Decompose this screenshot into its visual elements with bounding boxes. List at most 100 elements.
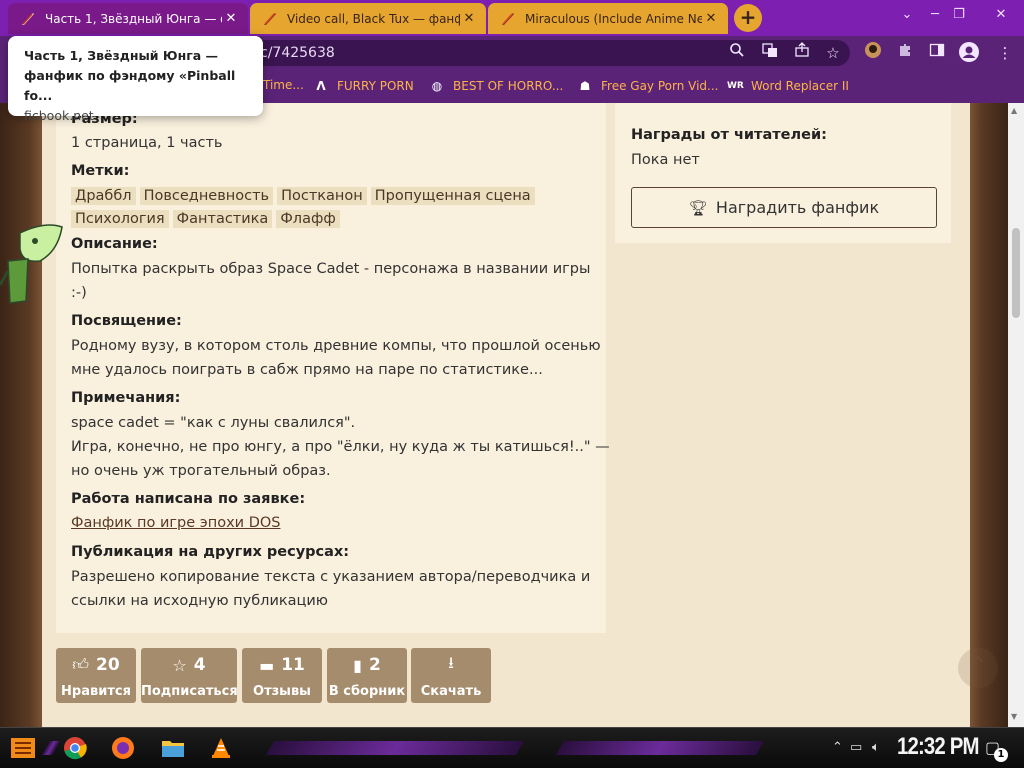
collection-label: В сборник: [328, 684, 406, 699]
like-count: 20: [96, 655, 120, 675]
download-label: Скачать: [420, 684, 482, 699]
window-close-icon[interactable]: ✕: [978, 0, 1024, 32]
page-viewport: Размер: 1 страница, 1 часть Метки: Драбб…: [0, 103, 1008, 727]
bookmark-star-icon[interactable]: ☆: [821, 41, 845, 65]
lambda-icon: Λ: [316, 79, 326, 93]
extensions-icon[interactable]: [893, 41, 917, 65]
network-icon[interactable]: ▭: [850, 740, 862, 755]
description-line: Попытка раскрыть образ Space Cadet - пер…: [71, 261, 591, 277]
collection-button[interactable]: ▮ 2 В сборник: [327, 648, 407, 703]
tab-title: Video call, Black Tux — фанфик: [287, 11, 460, 26]
tag[interactable]: Постканон: [277, 187, 367, 205]
start-button[interactable]: [8, 733, 38, 763]
decorative-frame-right: [970, 103, 1008, 727]
share-icon[interactable]: [790, 41, 814, 65]
description-line: :-): [71, 285, 87, 301]
subscribe-count: 4: [193, 655, 206, 675]
taskbar-decoration: [265, 741, 525, 755]
close-icon[interactable]: ✕: [460, 11, 478, 26]
tooltip-domain: ficbook.net: [24, 108, 94, 123]
profile-avatar-icon[interactable]: [861, 41, 885, 65]
bookmark-furry[interactable]: Λ FURRY PORN: [313, 78, 413, 94]
book-icon: ▮: [353, 655, 362, 675]
reviews-button[interactable]: ▬ 11 Отзывы: [242, 648, 322, 703]
publication-label: Публикация на других ресурсах:: [71, 544, 350, 560]
tab-title: Miraculous (Include Anime Ner: [525, 11, 702, 26]
firefox-icon[interactable]: [108, 733, 138, 763]
awards-value: Пока нет: [631, 152, 700, 168]
mascot-character-icon: [0, 224, 63, 304]
download-icon: ⭳: [448, 652, 454, 672]
bookmark-label: BEST OF HORRO...: [453, 79, 564, 93]
volume-icon[interactable]: 🔈︎: [872, 740, 880, 755]
taskbar-decoration: [555, 741, 765, 755]
close-icon[interactable]: ✕: [702, 11, 720, 26]
trophy-icon: 🏆︎: [688, 198, 708, 217]
subscribe-button[interactable]: ☆ 4 Подписаться: [141, 648, 238, 703]
bookmark-time[interactable]: Time...: [263, 78, 304, 92]
tag[interactable]: Фантастика: [172, 210, 273, 228]
award-fic-button[interactable]: 🏆︎ Наградить фанфик: [631, 187, 937, 228]
scroll-down-icon[interactable]: ▼: [1011, 712, 1017, 721]
description-label: Описание:: [71, 236, 158, 252]
chrome-icon[interactable]: [60, 733, 90, 763]
restore-icon[interactable]: ❐: [936, 0, 982, 32]
bookmark-word-replacer[interactable]: WR Word Replacer II: [727, 78, 849, 94]
subscribe-label: Подписаться: [141, 684, 238, 699]
bookmark-label: Word Replacer II: [751, 79, 849, 93]
awards-label: Награды от читателей:: [631, 127, 827, 143]
star-icon: ☆: [172, 655, 187, 675]
publication-line: ссылки на исходную публикацию: [71, 593, 329, 609]
tag[interactable]: Драббл: [71, 187, 136, 205]
tag[interactable]: Пропущенная сцена: [370, 187, 535, 205]
tab-strip: Часть 1, Звёздный Юнга — фанфик ✕ Video …: [0, 0, 1024, 36]
taskbar-clock[interactable]: 12:32 PM: [897, 733, 980, 761]
menu-icon[interactable]: ⋮: [993, 41, 1017, 65]
scroll-to-top-button[interactable]: ⌃: [958, 648, 998, 688]
tooltip-title: Часть 1, Звёздный Юнга — фанфик по фэндо…: [24, 48, 236, 103]
notes-line: space cadet = "как с луны свалился".: [71, 415, 356, 431]
close-icon[interactable]: ✕: [222, 11, 240, 26]
file-explorer-icon[interactable]: [158, 733, 188, 763]
decorative-frame-left: [0, 103, 42, 727]
reviews-label: Отзывы: [253, 684, 311, 699]
tag[interactable]: Флафф: [276, 210, 340, 228]
tab-miraculous[interactable]: Miraculous (Include Anime Ner ✕: [488, 3, 728, 34]
like-button[interactable]: 👍︎ 20 Нравится: [56, 648, 136, 703]
bookmark-label: Free Gay Porn Vid...: [601, 79, 719, 93]
account-icon[interactable]: [957, 41, 981, 65]
reviews-count: 11: [281, 655, 305, 675]
page-scrollbar[interactable]: ▲ ▼: [1008, 103, 1024, 727]
bookmark-label: Time...: [263, 78, 304, 92]
side-panel-icon[interactable]: [925, 41, 949, 65]
tag-list: Драббл Повседневность Постканон Пропущенная…: [71, 185, 591, 231]
scroll-up-icon[interactable]: ▲: [1011, 106, 1017, 115]
bookmark-horror[interactable]: ◍ BEST OF HORRO...: [429, 78, 564, 94]
tags-label: Метки:: [71, 163, 130, 179]
dedication-line: Родному вузу, в котором столь древние ко…: [71, 338, 601, 354]
tab-title: Часть 1, Звёздный Юнга — фанфик: [45, 11, 222, 26]
search-icon[interactable]: [725, 41, 749, 65]
vlc-icon[interactable]: [206, 733, 236, 763]
new-tab-button[interactable]: +: [734, 4, 762, 32]
tag[interactable]: Психология: [71, 210, 169, 228]
globe-icon: ◍: [431, 79, 443, 93]
scrollbar-thumb[interactable]: [1012, 228, 1020, 318]
tag[interactable]: Повседневность: [139, 187, 274, 205]
translate-icon[interactable]: [758, 41, 782, 65]
bookmark-free[interactable]: ☗ Free Gay Porn Vid...: [577, 78, 719, 94]
ficbook-quill-icon: [502, 12, 514, 25]
comment-icon: ▬: [259, 655, 275, 675]
notification-count-badge: 1: [994, 748, 1008, 762]
bookmark-icon: ☗: [579, 79, 591, 93]
notes-label: Примечания:: [71, 390, 181, 406]
request-link[interactable]: Фанфик по игре эпохи DOS: [71, 515, 280, 531]
tab-video-call[interactable]: Video call, Black Tux — фанфик ✕: [250, 3, 486, 34]
tray-chevron-icon[interactable]: ⌃: [832, 740, 843, 755]
tab-hover-tooltip: Часть 1, Звёздный Юнга — фанфик по фэндо…: [8, 36, 263, 123]
notes-line: Игра, конечно, не про юнгу, а про "ёлки,…: [71, 439, 610, 455]
dedication-line: мне удалось поиграть в сабж прямо на пар…: [71, 362, 543, 378]
download-button[interactable]: ⭳ Скачать: [411, 648, 491, 703]
size-value: 1 страница, 1 часть: [71, 135, 223, 151]
tab-zvezdny-yunga[interactable]: Часть 1, Звёздный Юнга — фанфик ✕: [8, 3, 248, 34]
